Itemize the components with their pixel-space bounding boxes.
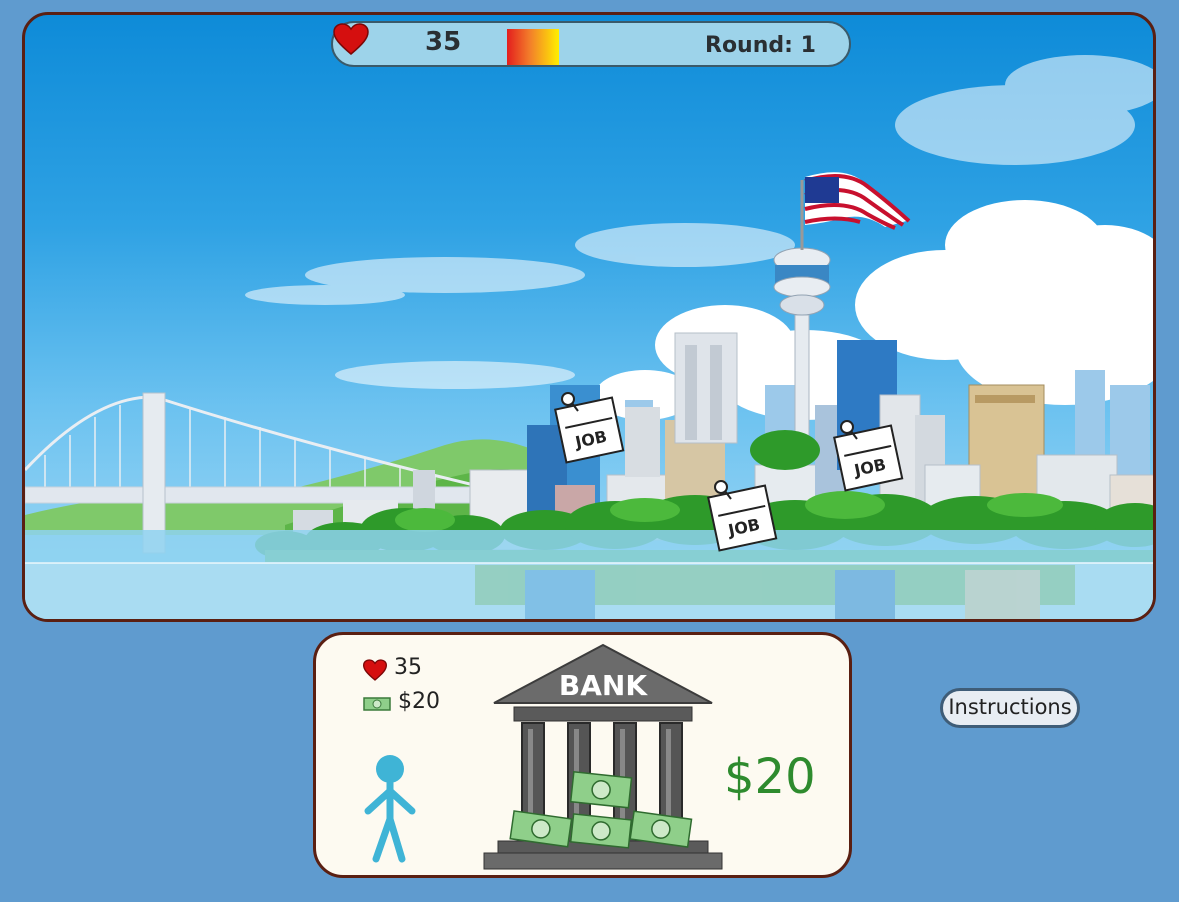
job-note[interactable]: JOB: [552, 389, 626, 465]
bank-building[interactable]: BANK: [480, 643, 726, 873]
round-counter: Round: 1: [705, 33, 816, 58]
panel-health-value: 35: [394, 655, 422, 680]
hud-health-value: 35: [425, 27, 462, 57]
bridge-tower: [142, 392, 166, 554]
hud-bar: 35 Round: 1: [331, 21, 851, 67]
job-note[interactable]: JOB: [831, 417, 905, 493]
instructions-button[interactable]: Instructions: [940, 688, 1080, 728]
city-backdrop: [25, 55, 1153, 619]
bank-sign: BANK: [559, 669, 648, 702]
game-scene: 35 Round: 1 JOB JOB JOB: [22, 12, 1156, 622]
bank-balance: $20: [724, 749, 816, 805]
person-figure: [364, 755, 416, 863]
stress-gauge: [507, 29, 559, 65]
heart-icon: [333, 23, 369, 55]
heart-icon: [363, 659, 387, 681]
job-note[interactable]: JOB: [705, 477, 779, 553]
panel-money-value: $20: [398, 689, 440, 714]
flag-icon: [804, 172, 911, 230]
bank-panel: 35 $20 BANK $20: [313, 632, 852, 878]
cash-icon: [363, 697, 391, 711]
